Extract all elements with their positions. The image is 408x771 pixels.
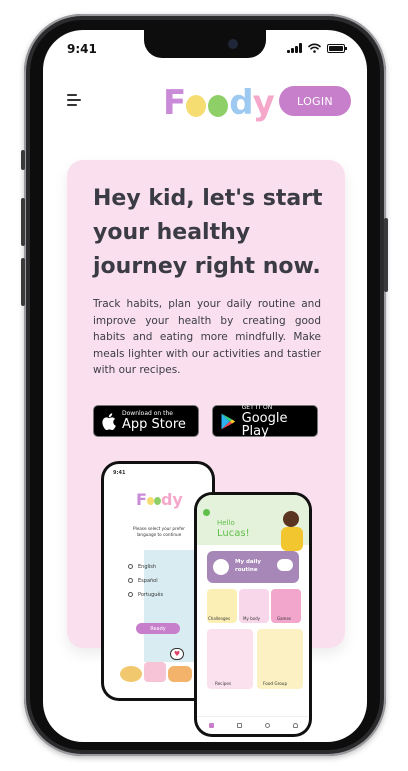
mock-tile-my-body-label: My body	[243, 616, 260, 621]
mock-tile-recipes-label: Recipes	[215, 681, 232, 686]
mock-speech-heart-icon: ♥	[170, 648, 184, 660]
mock-tile-food-group-label: Food Group	[263, 681, 288, 686]
mock-croissant-icon	[120, 666, 142, 682]
logo-letter-d: d	[229, 83, 253, 123]
mock-left-prompt: Please select your prefer language to co…	[132, 526, 186, 537]
mock-routine-label: My daily routine	[235, 559, 261, 573]
mock-home-icon	[208, 723, 214, 728]
google-play-big-text: Google Play	[241, 410, 288, 439]
mock-daily-routine-card: My daily routine	[207, 551, 299, 583]
wifi-icon	[308, 43, 321, 53]
apple-icon	[102, 412, 116, 430]
mock-left-time: 9:41	[113, 470, 126, 476]
notch	[144, 30, 266, 58]
hero-description: Track habits, plan your daily routine an…	[93, 298, 321, 376]
mock-dashboard-screen: Hello Lucas! My daily routine Challenges…	[197, 495, 309, 734]
power-button	[384, 218, 388, 292]
mock-calendar-icon	[236, 723, 242, 728]
mock-logo-fruit-icon	[146, 497, 154, 505]
foody-logo: F d y	[163, 80, 275, 126]
mock-option-espanol: Español	[138, 578, 158, 584]
mock-characters-illustration: ♥	[118, 644, 198, 694]
google-play-button[interactable]: GET IT ON Google Play	[212, 403, 318, 439]
google-play-icon	[221, 413, 236, 429]
battery-icon	[327, 43, 347, 53]
hamburger-menu-icon[interactable]	[67, 94, 83, 108]
mock-cloud-icon	[277, 559, 293, 571]
signal-icon	[287, 43, 302, 53]
mock-tile-recipes: Recipes	[207, 629, 253, 689]
mock-tile-challenges-label: Challenges	[208, 616, 231, 621]
mock-tile-games-label: Games	[277, 616, 291, 621]
mock-bread-icon	[168, 666, 192, 682]
mute-switch	[21, 150, 25, 170]
mock-tile-games: Games	[271, 589, 301, 623]
status-time: 9:41	[67, 42, 97, 56]
mock-user-name: Lucas!	[217, 528, 250, 539]
mock-tile-food-group: Food Group	[257, 629, 303, 689]
mock-cake-icon	[144, 662, 166, 682]
camera-icon	[228, 39, 238, 49]
mock-left-logo: Fdy	[136, 490, 183, 509]
mock-clock-icon	[213, 559, 229, 575]
mock-tab-bar	[197, 716, 309, 734]
login-button[interactable]: LOGIN	[279, 86, 351, 116]
pear-character-icon	[186, 95, 207, 117]
mock-greeting: Hello	[217, 519, 235, 527]
app-store-button[interactable]: Download on the App Store	[93, 405, 199, 437]
logo-letter-y: y	[252, 83, 275, 123]
mock-boy-avatar	[281, 511, 305, 551]
mock-ready-button: Ready	[136, 623, 180, 634]
mock-logo-fruit2-icon	[153, 497, 161, 505]
mock-ball-icon	[264, 723, 270, 728]
app-store-big-text: App Store	[122, 417, 186, 432]
mock-phone-dashboard: Hello Lucas! My daily routine Challenges…	[194, 492, 312, 737]
mock-logo-dy: dy	[160, 490, 183, 509]
mock-tile-challenges: Challenges	[207, 589, 237, 623]
phone-screen: 9:41 F d y LOGIN Hey kid, let's start yo…	[43, 30, 367, 742]
mock-menu-icon	[203, 509, 210, 516]
mock-tile-my-body: My body	[239, 589, 269, 623]
hero-title: Hey kid, let's start your healthy journe…	[93, 186, 323, 279]
avocado-character-icon	[208, 95, 229, 117]
status-icons	[287, 43, 347, 53]
volume-down-button	[21, 258, 25, 306]
mock-option-portugues: Português	[138, 592, 164, 598]
google-play-small-text: GET IT ON	[241, 403, 273, 411]
mock-radio-english	[128, 564, 133, 569]
logo-letter-f: F	[163, 83, 186, 123]
mock-logo-f: F	[136, 490, 147, 509]
mock-radio-espanol	[128, 578, 133, 583]
mock-profile-icon	[292, 723, 298, 728]
volume-up-button	[21, 198, 25, 246]
mock-radio-portugues	[128, 592, 133, 597]
mock-option-english: English	[138, 564, 157, 570]
